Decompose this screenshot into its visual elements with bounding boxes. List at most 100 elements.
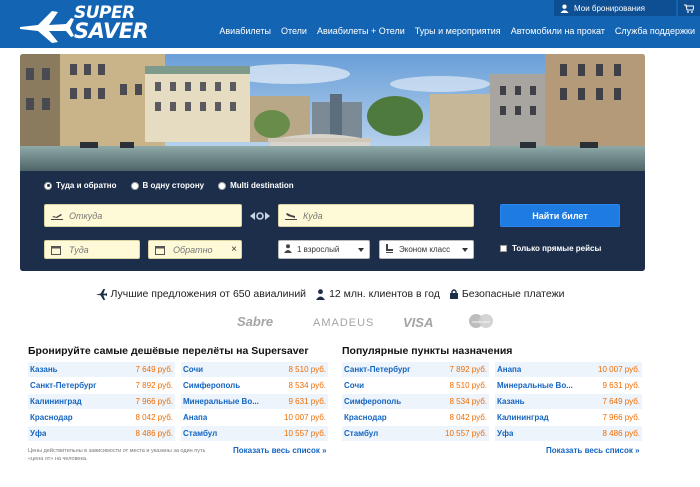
partner-logos: Sabre AMADEUS VISA mastercard	[237, 314, 493, 330]
show-all-cheap-link[interactable]: Показать весь список »	[233, 446, 327, 455]
trip-multi-radio[interactable]: Multi destination	[218, 181, 294, 190]
show-all-popular-link[interactable]: Показать весь список »	[546, 446, 640, 455]
destination-price: 10 007 руб.	[598, 365, 640, 374]
destination-input[interactable]: Куда	[278, 204, 474, 227]
list-item[interactable]: Уфа 8 486 руб.	[28, 426, 175, 442]
list-item[interactable]: Краснодар 8 042 руб.	[28, 410, 175, 426]
cabin-class-select[interactable]: Эконом класс	[379, 240, 474, 259]
calendar-icon	[51, 245, 65, 255]
list-item[interactable]: Санкт-Петербург 7 892 руб.	[28, 378, 175, 394]
passengers-select[interactable]: 1 взрослый	[278, 240, 370, 259]
destination-price: 8 510 руб.	[449, 381, 488, 390]
list-item[interactable]: Сочи 8 510 руб.	[181, 362, 328, 378]
list-item[interactable]: Казань 7 649 руб.	[28, 362, 175, 378]
trip-type-group: Туда и обратно В одну сторону Multi dest…	[44, 181, 294, 190]
chevron-down-icon	[358, 248, 364, 252]
list-item[interactable]: Санкт-Петербург 7 892 руб.	[342, 362, 489, 378]
benefit-security-text: Безопасные платежи	[461, 288, 565, 300]
my-bookings-button[interactable]: Мои бронирования	[554, 0, 676, 16]
destination-price: 7 649 руб.	[135, 365, 174, 374]
destination-city: Калининград	[30, 397, 82, 406]
destination-price: 7 966 руб.	[135, 397, 174, 406]
list-item[interactable]: Калининград 7 966 руб.	[495, 410, 642, 426]
list-item[interactable]: Казань 7 649 руб.	[495, 394, 642, 410]
clear-return-icon[interactable]: ×	[231, 244, 237, 255]
person-icon	[284, 244, 292, 255]
destination-price: 7 649 руб.	[602, 397, 641, 406]
destination-price: 8 486 руб.	[602, 429, 641, 438]
search-hero: Туда и обратно В одну сторону Multi dest…	[20, 54, 645, 271]
destination-price: 7 892 руб.	[135, 381, 174, 390]
destination-city: Минеральные Во...	[497, 381, 573, 390]
origin-placeholder: Откуда	[69, 210, 103, 221]
nav-flight-hotel[interactable]: Авиабилеты + Отели	[312, 26, 410, 36]
origin-input[interactable]: Откуда	[44, 204, 242, 227]
destination-price: 9 631 руб.	[288, 397, 327, 406]
cart-icon	[684, 4, 694, 13]
destination-city: Симферополь	[344, 397, 402, 406]
direct-flights-label: Только прямые рейсы	[512, 244, 602, 253]
nav-flights[interactable]: Авиабилеты	[214, 26, 276, 36]
nav-hotels[interactable]: Отели	[276, 26, 312, 36]
list-item[interactable]: Краснодар 8 042 руб.	[342, 410, 489, 426]
destination-price: 9 631 руб.	[602, 381, 641, 390]
benefit-airlines: Лучшие предложения от 650 авиалиний	[95, 288, 306, 300]
cart-button[interactable]	[678, 0, 700, 16]
lock-icon	[449, 289, 458, 299]
list-item[interactable]: Стамбул 10 557 руб.	[181, 426, 328, 442]
trip-oneway-radio[interactable]: В одну сторону	[130, 181, 204, 190]
return-date-input[interactable]: Обратно ×	[148, 240, 242, 259]
list-item[interactable]: Сочи 8 510 руб.	[342, 378, 489, 394]
depart-date-input[interactable]: Туда	[44, 240, 140, 259]
trip-roundtrip-label: Туда и обратно	[56, 181, 117, 190]
nav-tours[interactable]: Туры и мероприятия	[410, 26, 506, 36]
destination-city: Стамбул	[183, 429, 218, 438]
popular-destinations-panel: Популярные пункты назначения Санкт-Петер…	[342, 345, 642, 442]
list-item[interactable]: Калининград 7 966 руб.	[28, 394, 175, 410]
cheap-flights-panel: Бронируйте самые дешёвые перелёты на Sup…	[28, 345, 328, 442]
supersaver-logo[interactable]: SUPER SAVER	[18, 3, 149, 45]
nav-support[interactable]: Служба поддержки	[610, 26, 700, 36]
destination-city: Калининград	[497, 413, 549, 422]
list-item[interactable]: Анапа 10 007 руб.	[495, 362, 642, 378]
list-item[interactable]: Стамбул 10 557 руб.	[342, 426, 489, 442]
list-item[interactable]: Симферополь 8 534 руб.	[342, 394, 489, 410]
destination-city: Уфа	[30, 429, 47, 438]
list-item[interactable]: Минеральные Во... 9 631 руб.	[495, 378, 642, 394]
direct-flights-checkbox[interactable]: Только прямые рейсы	[500, 244, 601, 253]
destination-price: 7 892 руб.	[449, 365, 488, 374]
amadeus-logo: AMADEUS	[313, 317, 374, 329]
city-canal-photo	[20, 54, 645, 171]
destination-city: Санкт-Петербург	[30, 381, 97, 390]
destination-city: Сочи	[344, 381, 365, 390]
destination-price: 8 042 руб.	[135, 413, 174, 422]
destination-city: Краснодар	[344, 413, 387, 422]
flight-search-form: Туда и обратно В одну сторону Multi dest…	[20, 171, 645, 271]
sabre-logo: Sabre	[237, 314, 273, 329]
destination-city: Уфа	[497, 429, 514, 438]
mastercard-logo-text: mastercard	[472, 320, 490, 324]
passengers-value: 1 взрослый	[297, 245, 340, 254]
destination-city: Казань	[30, 365, 58, 374]
swap-direction-icon[interactable]	[250, 209, 270, 223]
destination-price: 10 557 руб.	[445, 429, 487, 438]
destination-price: 8 534 руб.	[449, 397, 488, 406]
mastercard-logo: mastercard	[469, 314, 493, 328]
list-item[interactable]: Минеральные Во... 9 631 руб.	[181, 394, 328, 410]
my-bookings-label: Мои бронирования	[574, 3, 645, 13]
takeoff-plane-icon	[51, 211, 65, 221]
cheap-flights-title: Бронируйте самые дешёвые перелёты на Sup…	[28, 345, 309, 357]
plane-icon	[95, 288, 107, 300]
find-ticket-button[interactable]: Найти билет	[500, 204, 620, 227]
list-item[interactable]: Уфа 8 486 руб.	[495, 426, 642, 442]
popular-col2: Анапа 10 007 руб. Минеральные Во... 9 631 …	[495, 362, 642, 442]
list-item[interactable]: Анапа 10 007 руб.	[181, 410, 328, 426]
trip-roundtrip-radio[interactable]: Туда и обратно	[44, 181, 117, 190]
list-item[interactable]: Симферополь 8 534 руб.	[181, 378, 328, 394]
nav-car-rental[interactable]: Автомобили на прокат	[506, 26, 610, 36]
checkbox-icon	[500, 245, 507, 252]
destination-price: 7 966 руб.	[602, 413, 641, 422]
destination-price: 10 007 руб.	[284, 413, 326, 422]
destination-city: Сочи	[183, 365, 204, 374]
destination-city: Анапа	[497, 365, 522, 374]
